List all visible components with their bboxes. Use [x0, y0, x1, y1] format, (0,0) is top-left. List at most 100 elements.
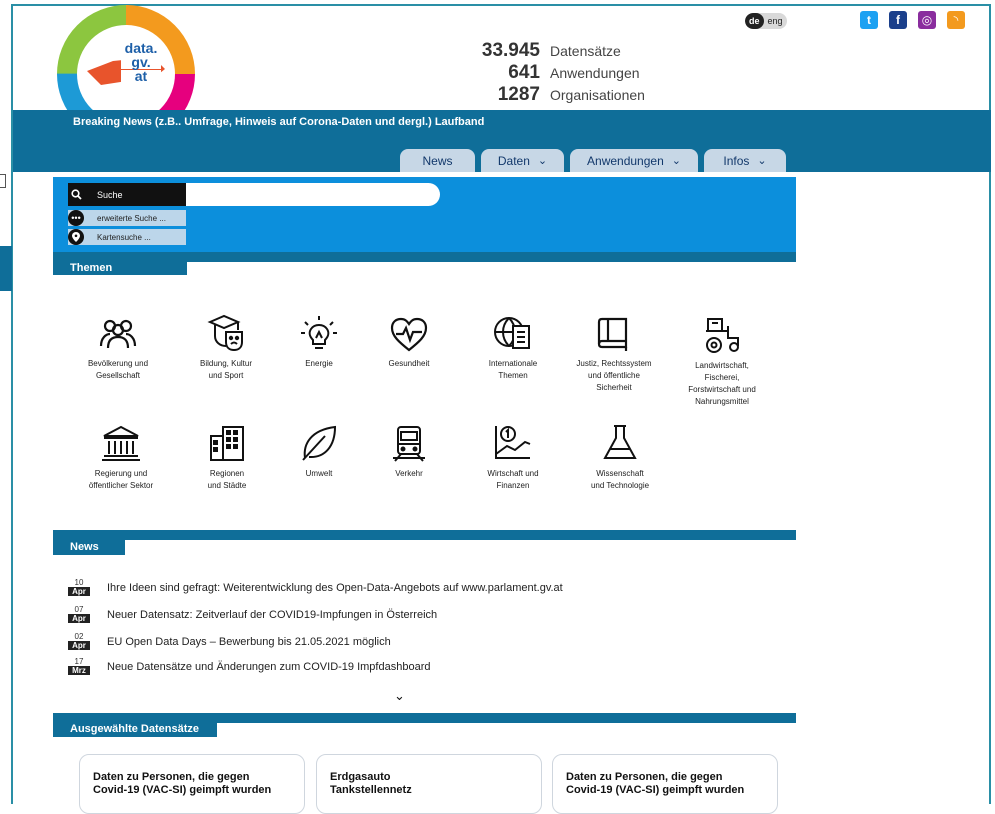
- stat-row-datasets[interactable]: 33.945 Datensätze: [420, 40, 645, 62]
- theme-label: und öffentliche: [588, 371, 640, 380]
- outside-edge-mark: [0, 174, 6, 188]
- theme-gesundheit[interactable]: Gesundheit: [354, 316, 464, 370]
- news-date: 17 Mrz: [68, 657, 90, 677]
- theme-label: und Städte: [207, 481, 247, 490]
- search-label[interactable]: Suche: [68, 183, 186, 206]
- map-search-text: Kartensuche ...: [97, 232, 151, 242]
- lang-eng[interactable]: eng: [764, 13, 787, 29]
- education-culture-icon: [207, 314, 243, 352]
- themes-divider: [53, 252, 796, 262]
- theme-label: und Sport: [208, 371, 244, 380]
- news-heading: News: [53, 540, 125, 555]
- theme-landwirtschaft[interactable]: Landwirtschaft, Fischerei, Forstwirtscha…: [667, 316, 777, 408]
- featured-heading: Ausgewählte Datensätze: [53, 722, 217, 737]
- heart-pulse-icon: [390, 317, 428, 352]
- theme-label: Landwirtschaft,: [695, 361, 749, 370]
- advanced-search-link[interactable]: ••• erweiterte Suche ...: [68, 210, 186, 226]
- theme-regierung[interactable]: Regierung und öffentlicher Sektor: [66, 424, 176, 492]
- map-pin-icon: [68, 229, 84, 245]
- theme-justiz[interactable]: Justiz, Rechtssystem und öffentliche Sic…: [559, 316, 669, 394]
- news-link[interactable]: EU Open Data Days – Bewerbung bis 21.05.…: [107, 636, 391, 648]
- people-icon: [99, 319, 137, 349]
- theme-label: Gesellschaft: [95, 371, 141, 380]
- chevron-down-icon: ⌄: [757, 155, 767, 167]
- stat-label: Datensätze: [550, 43, 621, 59]
- social-links: t f ◎ ◝: [860, 11, 965, 29]
- lang-de[interactable]: de: [745, 13, 764, 29]
- search-input[interactable]: [186, 183, 440, 206]
- language-switch[interactable]: de eng: [745, 13, 787, 29]
- tab-label: News: [422, 153, 453, 168]
- logo-wordmark: data. gv. at: [121, 41, 161, 84]
- news-link[interactable]: Neue Datensätze und Änderungen zum COVID…: [107, 661, 430, 673]
- chevron-down-icon[interactable]: ⌄: [394, 688, 405, 704]
- logo-line-3: at: [121, 69, 161, 83]
- theme-wirtschaft[interactable]: Wirtschaft und Finanzen: [458, 424, 568, 492]
- dataset-card[interactable]: Daten zu Personen, die gegen Covid-19 (V…: [79, 754, 305, 814]
- twitter-icon[interactable]: t: [860, 11, 878, 29]
- train-icon: [393, 426, 425, 462]
- lightbulb-icon: [301, 316, 337, 349]
- stat-row-applications[interactable]: 641 Anwendungen: [420, 62, 645, 84]
- tab-infos[interactable]: Infos ⌄: [704, 149, 786, 172]
- news-item[interactable]: 17 Mrz Neue Datensätze und Änderungen zu…: [68, 656, 430, 678]
- theme-label: Themen: [498, 371, 528, 380]
- theme-wissenschaft[interactable]: Wissenschaft und Technologie: [565, 424, 675, 492]
- stat-value: 33.945: [481, 40, 540, 61]
- news-day: 17: [74, 657, 84, 666]
- theme-label: Sicherheit: [596, 383, 632, 392]
- news-item[interactable]: 02 Apr EU Open Data Days – Bewerbung bis…: [68, 631, 391, 653]
- tab-label: Infos: [723, 153, 750, 168]
- dataset-card-title: Daten zu Personen, die gegen: [93, 771, 250, 783]
- search-label-text: Suche: [97, 189, 123, 200]
- tab-news[interactable]: News: [400, 149, 475, 172]
- outside-edge-bar: [0, 246, 12, 291]
- news-item[interactable]: 10 Apr Ihre Ideen sind gefragt: Weiteren…: [68, 577, 563, 599]
- theme-label: Verkehr: [395, 469, 423, 478]
- leaf-icon: [302, 425, 337, 461]
- tab-label: Daten: [497, 153, 530, 168]
- search-icon: [68, 186, 84, 203]
- government-building-icon: [102, 425, 140, 461]
- dataset-card[interactable]: Daten zu Personen, die gegen Covid-19 (V…: [552, 754, 778, 814]
- chevron-down-icon: ⌄: [537, 155, 548, 167]
- theme-label: öffentlicher Sektor: [88, 481, 154, 490]
- tab-daten[interactable]: Daten ⌄: [481, 149, 564, 172]
- site-logo[interactable]: data. gv. at: [57, 5, 195, 123]
- news-date: 10 Apr: [68, 578, 90, 598]
- breaking-news-ticker[interactable]: Breaking News (z.B.. Umfrage, Hinweis au…: [73, 116, 484, 128]
- stat-label: Organisationen: [550, 87, 645, 103]
- news-link[interactable]: Ihre Ideen sind gefragt: Weiterentwicklu…: [107, 582, 563, 594]
- theme-label: und Technologie: [590, 481, 650, 490]
- theme-verkehr[interactable]: Verkehr: [354, 424, 464, 480]
- news-date: 07 Apr: [68, 605, 90, 625]
- city-buildings-icon: [210, 426, 244, 461]
- dataset-card[interactable]: Erdgasauto Tankstellennetz: [316, 754, 542, 814]
- flask-icon: [603, 425, 637, 459]
- rss-icon[interactable]: ◝: [947, 11, 965, 29]
- instagram-icon[interactable]: ◎: [918, 11, 936, 29]
- theme-label: Gesundheit: [388, 359, 430, 368]
- theme-international[interactable]: Internationale Themen: [458, 314, 568, 382]
- stat-value: 1287: [497, 84, 540, 105]
- news-item[interactable]: 07 Apr Neuer Datensatz: Zeitverlauf der …: [68, 604, 437, 626]
- advanced-search-text: erweiterte Suche ...: [97, 213, 166, 223]
- theme-label: Nahrungsmittel: [695, 397, 749, 406]
- stat-row-organisations[interactable]: 1287 Organisationen: [420, 84, 645, 106]
- finance-chart-icon: [495, 426, 531, 459]
- news-date: 02 Apr: [68, 632, 90, 652]
- news-link[interactable]: Neuer Datensatz: Zeitverlauf der COVID19…: [107, 609, 437, 621]
- theme-label: Justiz, Rechtssystem: [576, 359, 652, 368]
- map-search-link[interactable]: Kartensuche ...: [68, 229, 186, 245]
- theme-label: Bevölkerung und: [87, 359, 149, 368]
- theme-bevoelkerung[interactable]: Bevölkerung und Gesellschaft: [63, 316, 173, 382]
- theme-label: Wirtschaft und: [487, 469, 539, 478]
- main-nav: News Daten ⌄ Anwendungen ⌄ Infos ⌄: [400, 149, 786, 172]
- law-book-icon: [597, 317, 628, 351]
- stat-value: 641: [508, 62, 540, 83]
- tab-anwendungen[interactable]: Anwendungen ⌄: [570, 149, 698, 172]
- facebook-icon[interactable]: f: [889, 11, 907, 29]
- themes-heading: Themen: [53, 262, 187, 275]
- stats-summary: 33.945 Datensätze 641 Anwendungen 1287 O…: [420, 40, 645, 106]
- stat-label: Anwendungen: [550, 65, 640, 81]
